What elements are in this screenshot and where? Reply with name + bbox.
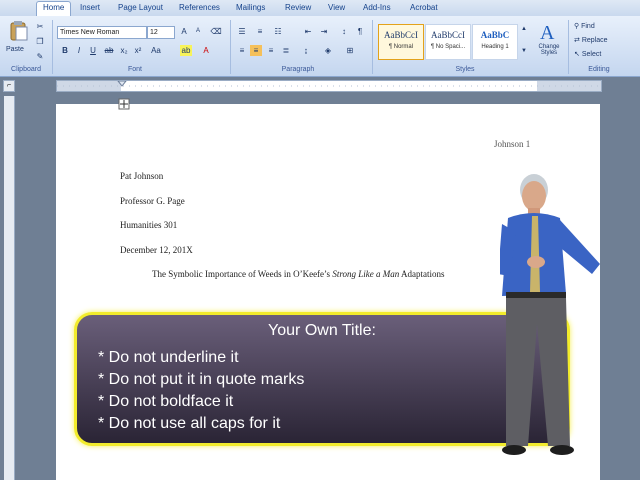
page-header: Johnson 1 bbox=[494, 139, 531, 149]
ribbon: Paste ✂ ❐ ✎ Clipboard Times New Roman 12… bbox=[0, 16, 640, 77]
change-case-icon[interactable]: Aa bbox=[150, 45, 162, 56]
tab-insert[interactable]: Insert bbox=[80, 3, 100, 12]
select-button[interactable]: ↖ Select bbox=[574, 50, 601, 58]
replace-label: Replace bbox=[581, 37, 608, 44]
font-size-combo[interactable]: 12 bbox=[147, 26, 175, 39]
ribbon-separator bbox=[568, 20, 569, 74]
group-label-font: Font bbox=[127, 66, 142, 73]
date-line: December 12, 201X bbox=[120, 245, 193, 255]
ribbon-separator bbox=[52, 20, 53, 74]
vertical-ruler[interactable] bbox=[4, 96, 15, 480]
author-name: Pat Johnson bbox=[120, 171, 164, 181]
style-heading-1[interactable]: AaBbC Heading 1 bbox=[472, 24, 518, 60]
indent-marker-icon[interactable] bbox=[117, 81, 127, 91]
horizontal-ruler[interactable] bbox=[56, 80, 602, 92]
style-sample: AaBbCcI bbox=[384, 30, 418, 40]
increase-indent-icon[interactable]: ⇥ bbox=[318, 26, 330, 37]
style-name: Heading 1 bbox=[481, 44, 509, 50]
clear-formatting-icon[interactable]: ⌫ bbox=[210, 26, 222, 37]
paste-button[interactable]: Paste bbox=[6, 20, 32, 60]
grow-font-icon[interactable]: A bbox=[178, 26, 190, 37]
find-label: Find bbox=[581, 23, 595, 30]
underline-icon[interactable]: U bbox=[87, 45, 99, 56]
tab-page-layout[interactable]: Page Layout bbox=[118, 3, 163, 12]
ruler-toggle-icon[interactable]: ⌐ bbox=[3, 80, 15, 92]
superscript-icon[interactable]: x² bbox=[132, 45, 144, 56]
numbering-icon[interactable]: ≡ bbox=[254, 26, 266, 37]
professor-name: Professor G. Page bbox=[120, 196, 185, 206]
callout-bullet: * Do not put it in quote marks bbox=[98, 371, 305, 388]
line-spacing-icon[interactable]: ↨ bbox=[300, 45, 312, 56]
callout-bullet: * Do not underline it bbox=[98, 349, 239, 366]
align-center-icon[interactable]: ≡ bbox=[250, 45, 262, 56]
group-label-clipboard: Clipboard bbox=[11, 66, 41, 73]
style-normal[interactable]: AaBbCcI ¶ Normal bbox=[378, 24, 424, 60]
tab-add-ins[interactable]: Add-Ins bbox=[363, 3, 391, 12]
binoculars-icon: ⚲ bbox=[574, 23, 580, 30]
replace-button[interactable]: ⇄ Replace bbox=[574, 36, 608, 44]
bold-icon[interactable]: B bbox=[59, 45, 71, 56]
callout-bullet: * Do not use all caps for it bbox=[98, 415, 281, 432]
select-label: Select bbox=[581, 51, 602, 58]
tip-callout: Your Own Title: * Do not underline it * … bbox=[74, 312, 570, 446]
align-left-icon[interactable]: ≡ bbox=[236, 45, 248, 56]
course-name: Humanities 301 bbox=[120, 220, 178, 230]
ribbon-tab-bar: Home Insert Page Layout References Maili… bbox=[0, 0, 640, 18]
replace-icon: ⇄ bbox=[574, 37, 580, 44]
callout-title: Your Own Title: bbox=[268, 322, 376, 339]
align-right-icon[interactable]: ≡ bbox=[265, 45, 277, 56]
callout-bullet: * Do not boldface it bbox=[98, 393, 234, 410]
bullets-icon[interactable]: ☰ bbox=[236, 26, 248, 37]
ribbon-separator bbox=[372, 20, 373, 74]
ribbon-separator bbox=[230, 20, 231, 74]
subscript-icon[interactable]: x₂ bbox=[118, 45, 130, 56]
style-no-spacing[interactable]: AaBbCcI ¶ No Spaci... bbox=[425, 24, 471, 60]
table-move-handle-icon[interactable] bbox=[118, 98, 130, 110]
paste-icon bbox=[10, 21, 28, 41]
strikethrough-icon[interactable]: ab bbox=[103, 45, 115, 56]
borders-icon[interactable]: ⊞ bbox=[344, 45, 356, 56]
group-label-editing: Editing bbox=[588, 66, 610, 73]
show-formatting-icon[interactable]: ¶ bbox=[354, 26, 366, 37]
presenter-image bbox=[500, 174, 600, 455]
paper-title-post: Adaptations bbox=[401, 269, 445, 279]
svg-text:A: A bbox=[540, 22, 555, 42]
highlight-icon[interactable]: ab bbox=[180, 45, 192, 56]
style-sample: AaBbCcI bbox=[431, 30, 465, 40]
style-name: ¶ No Spaci... bbox=[430, 44, 466, 50]
group-label-styles: Styles bbox=[455, 66, 475, 73]
ruler-ticks bbox=[57, 81, 601, 91]
multilevel-list-icon[interactable]: ☷ bbox=[272, 26, 284, 37]
sort-icon[interactable]: ↕ bbox=[338, 26, 350, 37]
copy-icon[interactable]: ❐ bbox=[34, 36, 46, 47]
tab-references[interactable]: References bbox=[179, 3, 220, 12]
style-sample: AaBbC bbox=[480, 30, 510, 40]
paste-label: Paste bbox=[6, 46, 24, 53]
shading-icon[interactable]: ◈ bbox=[322, 45, 334, 56]
shrink-font-icon[interactable]: A bbox=[192, 26, 204, 37]
style-name: ¶ Normal bbox=[388, 44, 414, 50]
paper-title-italic: Strong Like a Man bbox=[332, 269, 400, 279]
format-painter-icon[interactable]: ✎ bbox=[34, 51, 46, 62]
justify-icon[interactable]: ≣ bbox=[280, 45, 292, 56]
italic-icon[interactable]: I bbox=[73, 45, 85, 56]
change-styles-label: Change Styles bbox=[538, 44, 560, 56]
paper-title: The Symbolic Importance of Weeds in O’Ke… bbox=[152, 269, 445, 279]
font-color-icon[interactable]: A bbox=[200, 45, 212, 56]
group-label-paragraph: Paragraph bbox=[281, 66, 315, 73]
cut-icon[interactable]: ✂ bbox=[34, 21, 46, 32]
cursor-icon: ↖ bbox=[574, 51, 580, 58]
decrease-indent-icon[interactable]: ⇤ bbox=[302, 26, 314, 37]
styles-more-icon[interactable]: ▼ bbox=[518, 46, 530, 57]
paper-title-pre: The Symbolic Importance of Weeds in O’Ke… bbox=[152, 269, 331, 279]
font-name-combo[interactable]: Times New Roman bbox=[57, 26, 147, 39]
change-styles-button[interactable]: A Change Styles bbox=[534, 20, 564, 64]
tab-review[interactable]: Review bbox=[285, 3, 311, 12]
tab-view[interactable]: View bbox=[328, 3, 345, 12]
find-button[interactable]: ⚲ Find bbox=[574, 22, 595, 30]
tab-mailings[interactable]: Mailings bbox=[236, 3, 265, 12]
styles-scroll-up-icon[interactable]: ▲ bbox=[518, 24, 530, 35]
tab-acrobat[interactable]: Acrobat bbox=[410, 3, 438, 12]
change-styles-icon: A bbox=[540, 22, 555, 42]
